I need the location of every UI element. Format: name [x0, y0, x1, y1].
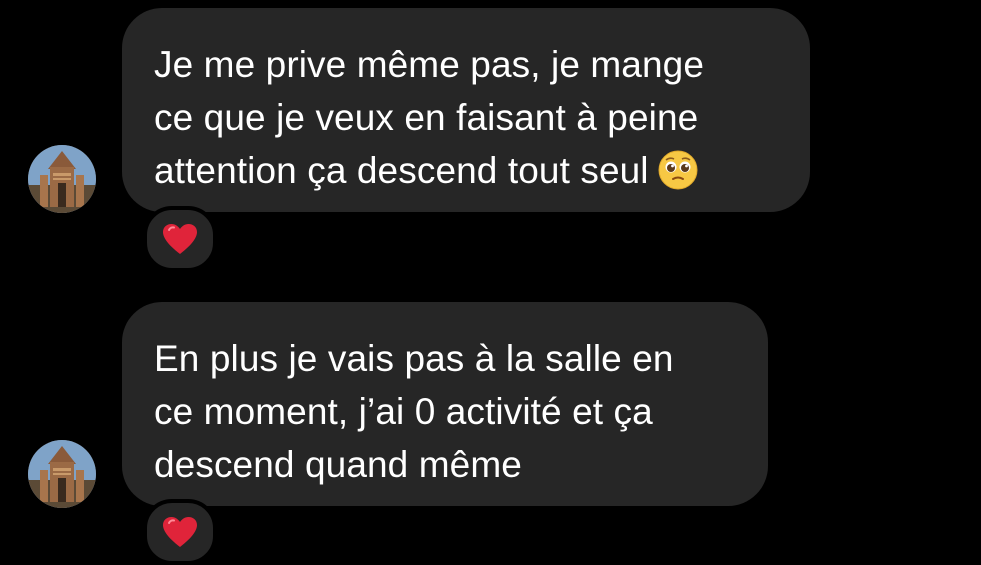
sender-avatar[interactable]	[28, 440, 96, 508]
message-line: ce moment, j’ai 0 activité et ça	[154, 391, 653, 432]
chat-thread: Je me prive même pas, je mange ce que je…	[0, 0, 981, 565]
message-line: ce que je veux en faisant à peine	[154, 97, 699, 138]
sender-avatar[interactable]	[28, 145, 96, 213]
heart-reaction[interactable]	[143, 206, 217, 272]
temple-photo-icon	[28, 145, 96, 213]
message-line: attention ça descend tout seul	[154, 144, 810, 197]
pleading-face-icon	[658, 150, 698, 190]
heart-reaction[interactable]	[143, 499, 217, 565]
message-line: descend quand même	[154, 444, 522, 485]
red-heart-icon	[163, 224, 197, 254]
message-bubble[interactable]: Je me prive même pas, je mange ce que je…	[122, 8, 810, 212]
message-bubble[interactable]: En plus je vais pas à la salle en ce mom…	[122, 302, 768, 506]
red-heart-icon	[163, 517, 197, 547]
message-line-text: attention ça descend tout seul	[154, 150, 649, 191]
temple-photo-icon	[28, 440, 96, 508]
message-line: Je me prive même pas, je mange	[154, 44, 705, 85]
message-line: En plus je vais pas à la salle en	[154, 338, 674, 379]
